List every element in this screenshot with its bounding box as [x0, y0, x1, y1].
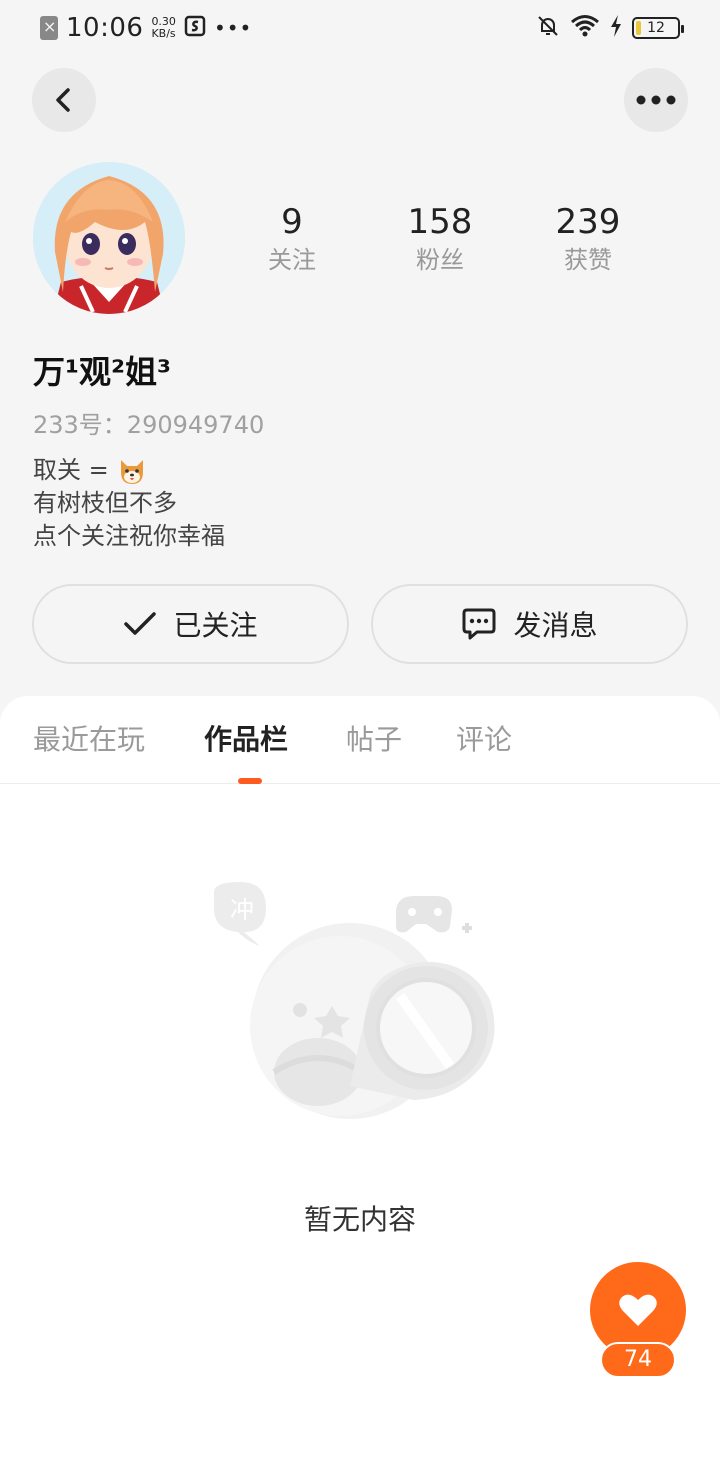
shiba-dog-emoji-icon [117, 456, 147, 486]
bio-line-text: 取关 = [33, 456, 109, 484]
active-tab-indicator [238, 778, 262, 784]
heart-icon [619, 1294, 657, 1326]
battery-icon: 12 [632, 17, 684, 39]
following-count: 9 [281, 202, 303, 242]
stat-following[interactable]: 9 关注 [232, 200, 352, 276]
follow-button-label: 已关注 [173, 609, 258, 642]
bio: 取关 = 有树枝但不多 点个关注祝你幸福 [33, 454, 225, 553]
likes-received-label: 获赞 [564, 246, 612, 274]
anime-girl-avatar-image [33, 162, 185, 314]
username: 万¹观²姐³ [33, 353, 172, 391]
bio-line: 点个关注祝你幸福 [33, 522, 225, 550]
status-bar: 10:06 0.30 KB/s ••• 12 [0, 0, 720, 56]
status-bar-right: 12 [536, 14, 684, 42]
network-speed: 0.30 KB/s [151, 16, 176, 40]
user-id: 233号：290949740 [33, 411, 265, 439]
like-count-badge: 74 [600, 1342, 676, 1378]
network-speed-unit: KB/s [151, 27, 176, 40]
followers-label: 粉丝 [416, 246, 464, 274]
tab-works[interactable]: 作品栏 [204, 720, 288, 760]
empty-state-text: 暂无内容 [303, 1203, 416, 1236]
mute-bell-icon [536, 14, 560, 42]
avatar[interactable] [33, 162, 185, 314]
empty-state-bubble-text: 冲 [230, 896, 254, 924]
battery-level-fill [636, 21, 641, 35]
tab-bar: 最近在玩 作品栏 帖子 评论 [0, 696, 720, 784]
battery-percent: 12 [647, 20, 665, 36]
wifi-icon [570, 14, 600, 42]
message-button-label: 发消息 [513, 609, 598, 642]
charging-icon [610, 15, 622, 41]
empty-state-illustration: 冲 [200, 876, 510, 1156]
tab-posts[interactable]: 帖子 [346, 720, 402, 760]
checkmark-icon [124, 612, 157, 635]
status-bar-left: 10:06 0.30 KB/s ••• [40, 12, 252, 44]
followers-count: 158 [407, 202, 473, 242]
stat-followers[interactable]: 158 粉丝 [380, 200, 500, 276]
more-notifications-icon: ••• [213, 16, 253, 40]
more-dots-icon [636, 95, 676, 105]
stat-likes[interactable]: 239 获赞 [528, 200, 648, 276]
tab-comments[interactable]: 评论 [456, 720, 512, 760]
following-label: 关注 [268, 246, 316, 274]
likes-received-count: 239 [555, 202, 621, 242]
chat-bubble-icon [462, 608, 496, 640]
tab-recently-played[interactable]: 最近在玩 [33, 720, 145, 760]
app-notification-icon [184, 15, 206, 42]
message-button[interactable]: 发消息 [371, 584, 688, 664]
more-options-button[interactable] [624, 68, 688, 132]
bio-line: 取关 = [33, 454, 225, 487]
no-sim-icon [40, 16, 58, 40]
follow-button[interactable]: 已关注 [32, 584, 349, 664]
back-arrow-icon [56, 88, 70, 112]
clock: 10:06 [66, 13, 144, 43]
bio-line: 有树枝但不多 [33, 489, 177, 517]
back-button[interactable] [32, 68, 96, 132]
